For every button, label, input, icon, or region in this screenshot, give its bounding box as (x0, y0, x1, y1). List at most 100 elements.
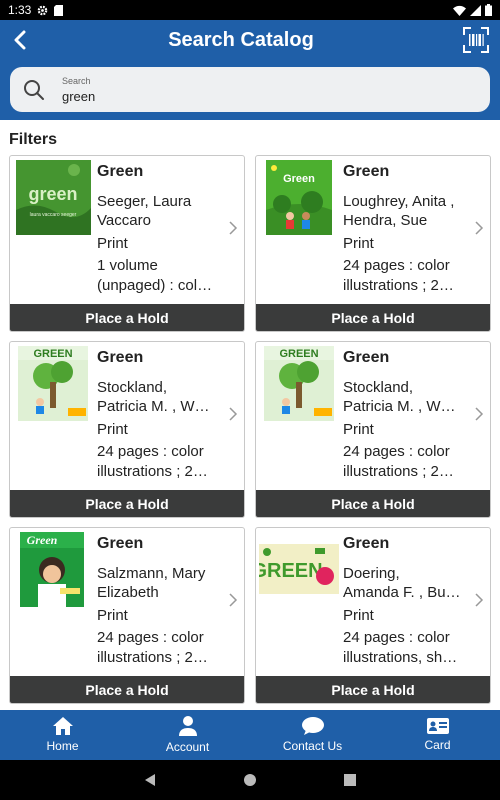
result-author: Elizabeth (97, 584, 159, 601)
result-description: 24 pages : color (97, 443, 204, 460)
result-description: illustrations ; 2… (343, 276, 454, 294)
result-title: Green (97, 349, 144, 366)
svg-text:laura vaccaro seeger: laura vaccaro seeger (30, 212, 77, 218)
barcode-scan-icon (463, 27, 489, 53)
result-format: Print (97, 234, 128, 252)
system-nav-bar (0, 760, 500, 800)
place-hold-button[interactable]: Place a Hold (10, 676, 244, 703)
svg-text:Green: Green (27, 533, 58, 547)
bottom-nav: Home Account Contact Us Card (0, 710, 500, 760)
place-hold-button[interactable]: Place a Hold (256, 676, 490, 703)
nav-label: Home (46, 739, 79, 753)
result-description: illustrations ; 2… (97, 462, 208, 480)
result-author: Stockland, (97, 378, 168, 396)
chevron-right-icon (475, 593, 484, 607)
nav-label: Account (165, 740, 210, 754)
result-card[interactable]: green laura vaccaro seeger Green Seeger,… (9, 155, 245, 332)
result-author: Seeger, Laura (97, 192, 192, 210)
result-format: Print (97, 420, 128, 438)
card-icon (426, 718, 449, 734)
result-description: 1 volume (97, 257, 158, 274)
nav-contact-us[interactable]: Contact Us (250, 710, 375, 760)
result-card[interactable]: Green Green Salzmann, Mary Elizabeth Pri… (9, 527, 245, 704)
result-author: Stockland, (343, 378, 414, 396)
svg-text:GREEN: GREEN (279, 348, 318, 360)
place-hold-button[interactable]: Place a Hold (10, 490, 244, 517)
result-format: Print (343, 420, 374, 438)
result-author: Hendra, Sue (343, 212, 428, 229)
result-title: Green (343, 163, 390, 180)
system-recents-icon[interactable] (343, 773, 357, 787)
place-hold-button[interactable]: Place a Hold (256, 304, 490, 331)
result-author: Vaccaro (97, 212, 151, 229)
nav-account[interactable]: Account (125, 710, 250, 760)
result-author: Loughrey, Anita , (343, 192, 455, 210)
nav-label: Card (424, 738, 451, 752)
app-bar: Search Catalog (0, 20, 500, 60)
settings-icon (38, 5, 48, 15)
search-input[interactable]: Search green (10, 67, 490, 112)
result-author: Patricia M. , W… (343, 398, 456, 415)
result-author: Patricia M. , W… (97, 398, 210, 415)
result-description: 24 pages : color (97, 629, 204, 646)
result-title: Green (97, 535, 144, 552)
page-title: Search Catalog (168, 28, 314, 51)
signal-icon (470, 4, 481, 16)
result-description: 24 pages : color (343, 443, 450, 460)
book-cover: Green (266, 160, 332, 235)
chevron-right-icon (229, 593, 238, 607)
result-format: Print (97, 606, 128, 624)
result-description: illustrations ; 2… (343, 462, 454, 480)
result-format: Print (343, 606, 374, 624)
book-cover: GREEN (18, 346, 88, 421)
svg-text:GREEN: GREEN (33, 348, 72, 360)
chevron-right-icon (475, 221, 484, 235)
book-cover: GREEN (264, 346, 334, 421)
result-card[interactable]: GREEN Green Stockland, Patricia M. , W… … (255, 341, 491, 518)
result-description: illustrations ; 2… (97, 648, 208, 666)
result-card[interactable]: GREEN Green Doering, Amanda F. , Bu… Pri… (255, 527, 491, 704)
result-card[interactable]: GREEN Green Stockland, Patricia M. , W… … (9, 341, 245, 518)
book-cover: GREEN (259, 544, 339, 594)
battery-icon (485, 4, 492, 16)
place-hold-button[interactable]: Place a Hold (256, 490, 490, 517)
sd-card-icon (54, 4, 64, 16)
nav-card[interactable]: Card (375, 710, 500, 760)
chat-icon (301, 717, 324, 735)
result-title: Green (97, 163, 144, 180)
wifi-icon (453, 5, 466, 16)
search-icon (24, 79, 44, 100)
barcode-scan-button[interactable] (452, 20, 500, 60)
result-author: Amanda F. , Bu… (343, 584, 461, 601)
chevron-right-icon (475, 407, 484, 421)
search-label: Search (62, 75, 91, 86)
chevron-right-icon (229, 221, 238, 235)
nav-home[interactable]: Home (0, 710, 125, 760)
result-description: 24 pages : color (343, 629, 450, 646)
result-description: (unpaged) : col… (97, 276, 213, 294)
system-back-icon[interactable] (143, 773, 157, 787)
book-cover: green laura vaccaro seeger (16, 160, 91, 235)
result-author: Doering, (343, 564, 400, 582)
result-card[interactable]: Green Green Loughrey, Anita , Hendra, Su… (255, 155, 491, 332)
status-time: 1:33 (8, 3, 32, 17)
account-icon (178, 716, 197, 736)
back-arrow-icon (14, 30, 26, 50)
place-hold-button[interactable]: Place a Hold (10, 304, 244, 331)
result-description: 24 pages : color (343, 257, 450, 274)
svg-text:Green: Green (283, 173, 315, 185)
system-home-icon[interactable] (243, 773, 257, 787)
book-cover: Green (20, 532, 84, 607)
svg-text:green: green (28, 184, 77, 204)
home-icon (52, 717, 73, 735)
result-title: Green (343, 349, 390, 366)
filters-link[interactable]: Filters (9, 131, 57, 149)
status-bar: 1:33 (0, 0, 500, 20)
result-title: Green (343, 535, 390, 552)
result-description: illustrations, sh… (343, 648, 458, 666)
svg-text:GREEN: GREEN (259, 560, 323, 582)
result-format: Print (343, 234, 374, 252)
search-value[interactable]: green (62, 89, 95, 104)
search-area: Search green (0, 60, 500, 120)
nav-label: Contact Us (282, 739, 343, 753)
